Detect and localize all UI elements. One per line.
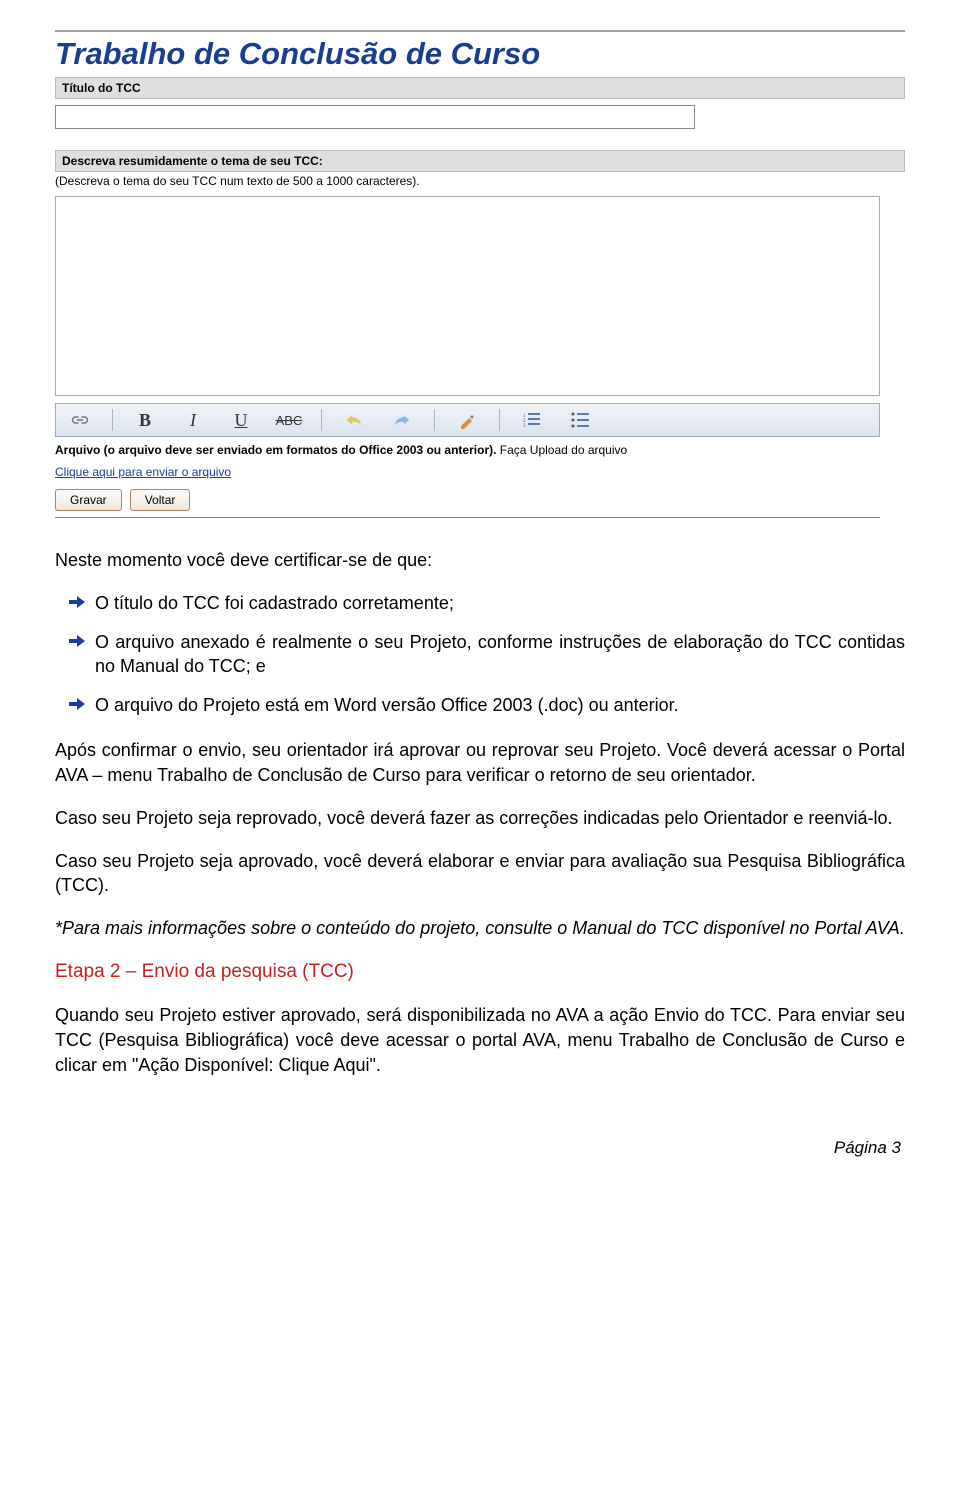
titulo-input[interactable] <box>55 105 695 129</box>
ordered-list-button[interactable]: 123 <box>508 412 556 428</box>
paragraph: Quando seu Projeto estiver aprovado, ser… <box>55 1003 905 1077</box>
strike-button[interactable]: ABC <box>265 413 313 428</box>
list-item: O arquivo do Projeto está em Word versão… <box>55 693 905 718</box>
descricao-label: Descreva resumidamente o tema de seu TCC… <box>55 150 905 172</box>
page-title: Trabalho de Conclusão de Curso <box>55 32 905 74</box>
link-icon[interactable] <box>56 415 104 425</box>
unordered-list-button[interactable] <box>556 412 604 428</box>
list-item-text: O arquivo anexado é realmente o seu Proj… <box>95 632 905 677</box>
arquivo-bold: Arquivo (o arquivo deve ser enviado em f… <box>55 443 496 457</box>
form-panel: Trabalho de Conclusão de Curso Título do… <box>55 30 905 518</box>
undo-button[interactable] <box>330 413 378 427</box>
arquivo-label: Arquivo (o arquivo deve ser enviado em f… <box>55 437 905 461</box>
list-item: O título do TCC foi cadastrado corretame… <box>55 591 905 616</box>
underline-button[interactable]: U <box>217 410 265 431</box>
paragraph: Caso seu Projeto seja aprovado, você dev… <box>55 849 905 899</box>
toolbar-separator <box>434 409 435 431</box>
note-paragraph: *Para mais informações sobre o conteúdo … <box>55 916 905 941</box>
bullet-list: O título do TCC foi cadastrado corretame… <box>55 591 905 718</box>
arrow-right-icon <box>69 697 85 711</box>
page-number: Página 3 <box>55 1096 905 1159</box>
arrow-right-icon <box>69 634 85 648</box>
body-text: Neste momento você deve certificar-se de… <box>55 548 905 1159</box>
enviar-arquivo-link[interactable]: Clique aqui para enviar o arquivo <box>55 461 231 489</box>
descricao-textarea[interactable] <box>55 196 880 396</box>
list-item-text: O arquivo do Projeto está em Word versão… <box>95 695 679 715</box>
arquivo-rest: Faça Upload do arquivo <box>496 443 627 457</box>
toolbar-separator <box>112 409 113 431</box>
voltar-button[interactable]: Voltar <box>130 489 191 511</box>
paragraph: Após confirmar o envio, seu orientador i… <box>55 738 905 788</box>
italic-button[interactable]: I <box>169 410 217 431</box>
paragraph: Caso seu Projeto seja reprovado, você de… <box>55 806 905 831</box>
divider <box>55 517 880 518</box>
list-item-text: O título do TCC foi cadastrado corretame… <box>95 593 454 613</box>
toolbar-separator <box>321 409 322 431</box>
arrow-right-icon <box>69 595 85 609</box>
intro-paragraph: Neste momento você deve certificar-se de… <box>55 548 905 573</box>
editor-toolbar: B I U ABC 123 <box>55 403 880 437</box>
etapa-heading: Etapa 2 – Envio da pesquisa (TCC) <box>55 959 905 985</box>
bold-button[interactable]: B <box>121 410 169 431</box>
paint-button[interactable] <box>443 411 491 429</box>
list-item: O arquivo anexado é realmente o seu Proj… <box>55 630 905 680</box>
descricao-help: (Descreva o tema do seu TCC num texto de… <box>55 172 905 190</box>
svg-text:3: 3 <box>523 424 526 428</box>
gravar-button[interactable]: Gravar <box>55 489 122 511</box>
redo-button[interactable] <box>378 413 426 427</box>
toolbar-separator <box>499 409 500 431</box>
titulo-label: Título do TCC <box>55 77 905 99</box>
